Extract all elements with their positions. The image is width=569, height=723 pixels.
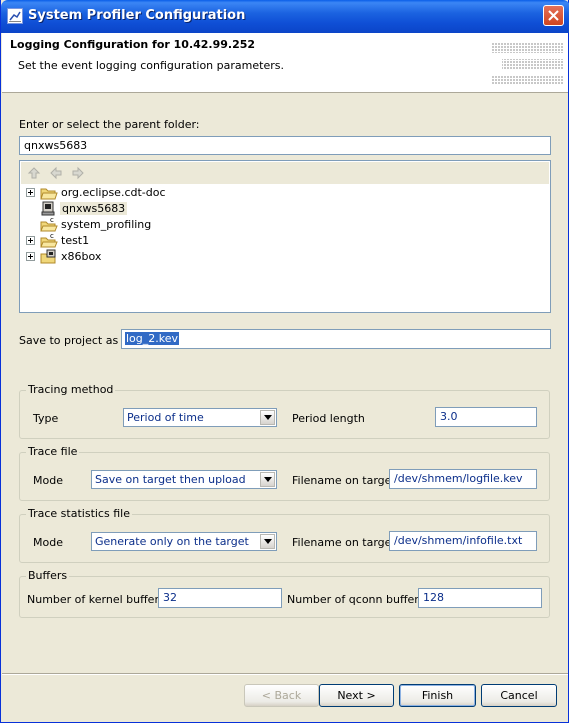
target-folder-icon [40,249,56,264]
cancel-button[interactable]: Cancel [481,684,557,707]
finish-button[interactable]: Finish [399,684,476,707]
chevron-down-icon [264,539,272,544]
expand-icon[interactable] [26,188,35,197]
tree-item[interactable]: c system_profiling [20,216,550,233]
stats-mode-select[interactable]: Generate only on the target [91,532,277,551]
parent-folder-label: Enter or select the parent folder: [19,118,200,131]
close-icon [548,10,559,21]
c-project-folder-icon: c [40,232,58,248]
tree-item[interactable]: org.eclipse.cdt-doc [20,185,550,201]
banner-title: Logging Configuration for 10.42.99.252 [10,38,256,51]
trace-statistics-title: Trace statistics file [26,507,132,520]
close-button[interactable] [543,5,564,26]
period-length-label: Period length [292,412,365,425]
trace-file-title: Trace file [26,445,80,458]
svg-text:c: c [50,216,54,224]
back-button-label: < Back [261,689,302,702]
dropdown-button[interactable] [260,410,275,425]
back-button[interactable]: < Back [244,684,319,707]
expand-icon[interactable] [26,252,35,261]
chevron-down-icon [264,477,272,482]
save-project-value: log_2.kev [125,332,180,345]
project-tree[interactable]: org.eclipse.cdt-doc qnxws5683 c system_p… [19,160,551,313]
trace-mode-value: Save on target then upload [95,473,246,486]
trace-filename-label: Filename on target [292,474,396,487]
period-length-input[interactable]: 3.0 [435,407,537,427]
wizard-banner-graphic-icon [492,43,564,85]
dropdown-button[interactable] [260,472,275,487]
stats-filename-label: Filename on target [292,536,396,549]
chevron-down-icon [264,415,272,420]
header-banner: Logging Configuration for 10.42.99.252 S… [2,33,568,93]
svg-text:c: c [50,232,54,240]
save-project-label: Save to project as : [19,334,126,347]
tree-item-label: x86box [61,250,102,263]
type-label: Type [33,412,59,425]
tree-item-label: test1 [61,234,90,247]
type-select-value: Period of time [127,411,204,424]
app-icon [7,8,23,24]
next-button-label: Next > [337,689,376,702]
tracing-method-title: Tracing method [26,383,116,396]
stats-mode-value: Generate only on the target [95,535,249,548]
save-project-input[interactable]: log_2.kev [121,329,551,349]
buffers-title: Buffers [26,569,70,582]
type-select[interactable]: Period of time [123,408,277,427]
tree-item-label: org.eclipse.cdt-doc [61,186,166,199]
tree-item[interactable]: x86box [20,249,550,265]
target-project-icon [41,201,55,216]
tree-item-label: qnxws5683 [60,202,128,215]
kernel-buffers-label: Number of kernel buffers [27,593,165,606]
stats-filename-input[interactable]: /dev/shmem/infofile.txt [389,531,537,551]
qconn-buffers-input[interactable]: 128 [418,588,542,608]
tree-item[interactable]: c test1 [20,232,550,249]
go-forward-icon[interactable] [71,166,85,180]
dropdown-button[interactable] [260,534,275,549]
go-back-icon[interactable] [49,166,63,180]
finish-button-label: Finish [421,689,454,702]
stats-mode-label: Mode [33,536,63,549]
folder-icon [40,188,58,200]
qconn-buffers-label: Number of qconn buffers [287,593,425,606]
dialog-window: System Profiler Configuration Logging Co… [0,0,569,723]
tree-toolbar [21,162,549,184]
kernel-buffers-input[interactable]: 32 [158,588,282,608]
title-bar[interactable]: System Profiler Configuration [1,0,569,33]
banner-subtitle: Set the event logging configuration para… [18,59,284,72]
cancel-button-label: Cancel [500,689,538,702]
tree-item[interactable]: qnxws5683 [20,201,550,217]
go-up-icon[interactable] [27,166,41,180]
next-button[interactable]: Next > [319,684,394,707]
parent-folder-input[interactable]: qnxws5683 [19,136,551,155]
expand-icon[interactable] [26,236,35,245]
window-title: System Profiler Configuration [28,8,246,23]
button-bar-separator [2,673,568,675]
trace-mode-label: Mode [33,474,63,487]
trace-mode-select[interactable]: Save on target then upload [91,470,277,489]
trace-filename-input[interactable]: /dev/shmem/logfile.kev [389,469,537,489]
tree-item-label: system_profiling [61,218,152,231]
c-project-folder-icon: c [40,216,58,232]
